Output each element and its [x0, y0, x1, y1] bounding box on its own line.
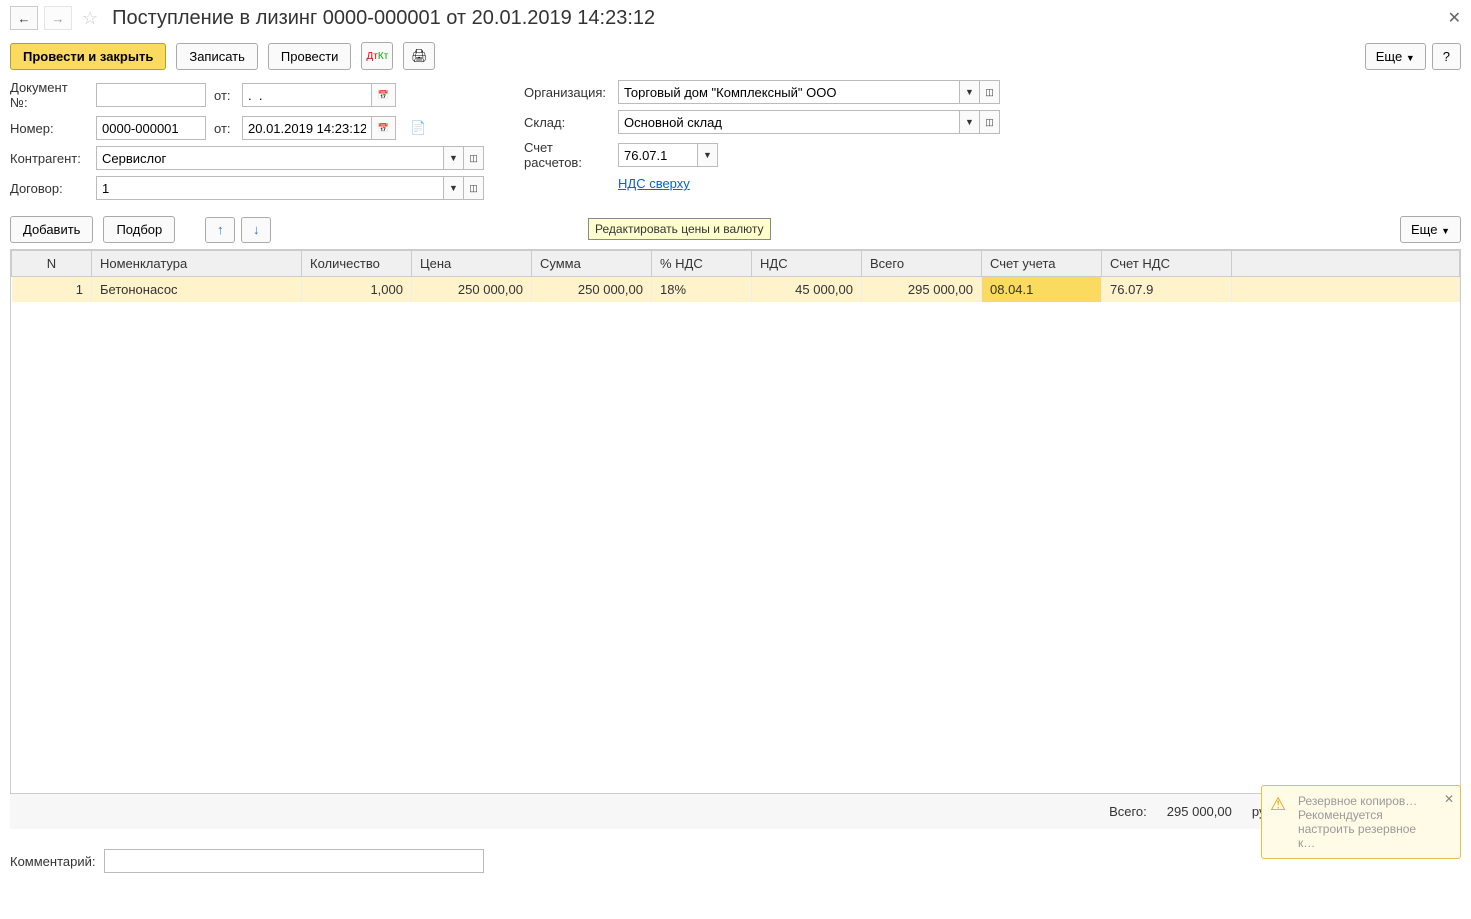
totals-value: 295 000,00	[1167, 804, 1232, 819]
items-table[interactable]: N Номенклатура Количество Цена Сумма % Н…	[11, 250, 1460, 302]
arrow-down-icon: ↓	[253, 222, 260, 237]
cell-price[interactable]: 250 000,00	[412, 277, 532, 303]
number-date-input[interactable]	[242, 116, 372, 140]
cell-nomenclature[interactable]: Бетононасос	[92, 277, 302, 303]
account-input[interactable]	[618, 143, 698, 167]
warehouse-open[interactable]: ◫	[980, 110, 1000, 134]
doc-no-input[interactable]	[96, 83, 206, 107]
number-input[interactable]	[96, 116, 206, 140]
warehouse-label: Склад:	[524, 115, 610, 130]
warehouse-dropdown[interactable]: ▼	[960, 110, 980, 134]
warehouse-input[interactable]	[618, 110, 960, 134]
save-button[interactable]: Записать	[176, 43, 258, 70]
contract-label: Договор:	[10, 181, 88, 196]
close-icon[interactable]: ✕	[1448, 8, 1461, 28]
dtkr-button[interactable]: ДтКт	[361, 42, 393, 70]
notif-title: Резервное копиров…	[1298, 794, 1432, 808]
cell-total[interactable]: 295 000,00	[862, 277, 982, 303]
col-price[interactable]: Цена	[412, 251, 532, 277]
notif-close-icon[interactable]: ✕	[1444, 792, 1454, 806]
backup-notification: ⚠ Резервное копиров… Рекомендуется настр…	[1261, 785, 1461, 859]
table-more-button[interactable]: Еще ▼	[1400, 216, 1461, 243]
comment-input[interactable]	[104, 849, 484, 873]
move-up-button[interactable]: ↑	[205, 217, 235, 243]
contract-open[interactable]: ◫	[464, 176, 484, 200]
number-label: Номер:	[10, 121, 88, 136]
col-total[interactable]: Всего	[862, 251, 982, 277]
contract-dropdown[interactable]: ▼	[444, 176, 464, 200]
post-and-close-button[interactable]: Провести и закрыть	[10, 43, 166, 70]
arrow-up-icon: ↑	[217, 222, 224, 237]
notif-line1: Рекомендуется	[1298, 808, 1432, 822]
col-acct[interactable]: Счет учета	[982, 251, 1102, 277]
print-button[interactable]: 🖨	[403, 42, 435, 70]
chevron-down-icon: ▼	[1441, 226, 1450, 236]
account-label: Счет расчетов:	[524, 140, 610, 170]
counterparty-label: Контрагент:	[10, 151, 88, 166]
table-row[interactable]: 1 Бетононасос 1,000 250 000,00 250 000,0…	[12, 277, 1460, 303]
forward-button[interactable]: →	[44, 6, 72, 30]
page-title: Поступление в лизинг 0000-000001 от 20.0…	[112, 7, 655, 30]
more-button[interactable]: Еще ▼	[1365, 43, 1426, 70]
vat-mode-link[interactable]: НДС сверху	[618, 176, 690, 191]
col-nomenclature[interactable]: Номенклатура	[92, 251, 302, 277]
cell-sum[interactable]: 250 000,00	[532, 277, 652, 303]
cell-acct[interactable]: 08.04.1	[982, 277, 1102, 303]
favorite-star-icon[interactable]: ☆	[82, 8, 98, 29]
col-qty[interactable]: Количество	[302, 251, 412, 277]
calendar-icon[interactable]: 📅	[372, 83, 396, 107]
org-input[interactable]	[618, 80, 960, 104]
contract-input[interactable]	[96, 176, 444, 200]
tooltip: Редактировать цены и валюту	[588, 218, 771, 240]
post-button[interactable]: Провести	[268, 43, 352, 70]
help-button[interactable]: ?	[1432, 43, 1461, 70]
totals-label: Всего:	[1109, 804, 1147, 819]
comment-label: Комментарий:	[10, 854, 96, 869]
account-dropdown[interactable]: ▼	[698, 143, 718, 167]
counterparty-open[interactable]: ◫	[464, 146, 484, 170]
doc-no-label: Документ №:	[10, 80, 88, 110]
org-dropdown[interactable]: ▼	[960, 80, 980, 104]
cell-vat[interactable]: 45 000,00	[752, 277, 862, 303]
pick-button[interactable]: Подбор	[103, 216, 175, 243]
from-label: от:	[214, 88, 234, 103]
cell-qty[interactable]: 1,000	[302, 277, 412, 303]
col-vat-acct[interactable]: Счет НДС	[1102, 251, 1232, 277]
cell-vat-pct[interactable]: 18%	[652, 277, 752, 303]
org-open[interactable]: ◫	[980, 80, 1000, 104]
col-vat[interactable]: НДС	[752, 251, 862, 277]
notif-line2: настроить резервное к…	[1298, 822, 1432, 850]
printer-icon: 🖨	[411, 48, 428, 64]
counterparty-dropdown[interactable]: ▼	[444, 146, 464, 170]
move-down-button[interactable]: ↓	[241, 217, 271, 243]
col-n[interactable]: N	[12, 251, 92, 277]
org-label: Организация:	[524, 85, 610, 100]
calendar-icon-2[interactable]: 📅	[372, 116, 396, 140]
counterparty-input[interactable]	[96, 146, 444, 170]
cell-vat-acct[interactable]: 76.07.9	[1102, 277, 1232, 303]
back-button[interactable]: ←	[10, 6, 38, 30]
col-extra	[1232, 251, 1460, 277]
doc-date-input[interactable]	[242, 83, 372, 107]
col-sum[interactable]: Сумма	[532, 251, 652, 277]
cell-n[interactable]: 1	[12, 277, 92, 303]
from2-label: от:	[214, 121, 234, 136]
chevron-down-icon: ▼	[1406, 53, 1415, 63]
add-row-button[interactable]: Добавить	[10, 216, 93, 243]
warning-icon: ⚠	[1270, 794, 1286, 815]
col-vat-pct[interactable]: % НДС	[652, 251, 752, 277]
status-icon[interactable]: 📄	[410, 120, 426, 136]
